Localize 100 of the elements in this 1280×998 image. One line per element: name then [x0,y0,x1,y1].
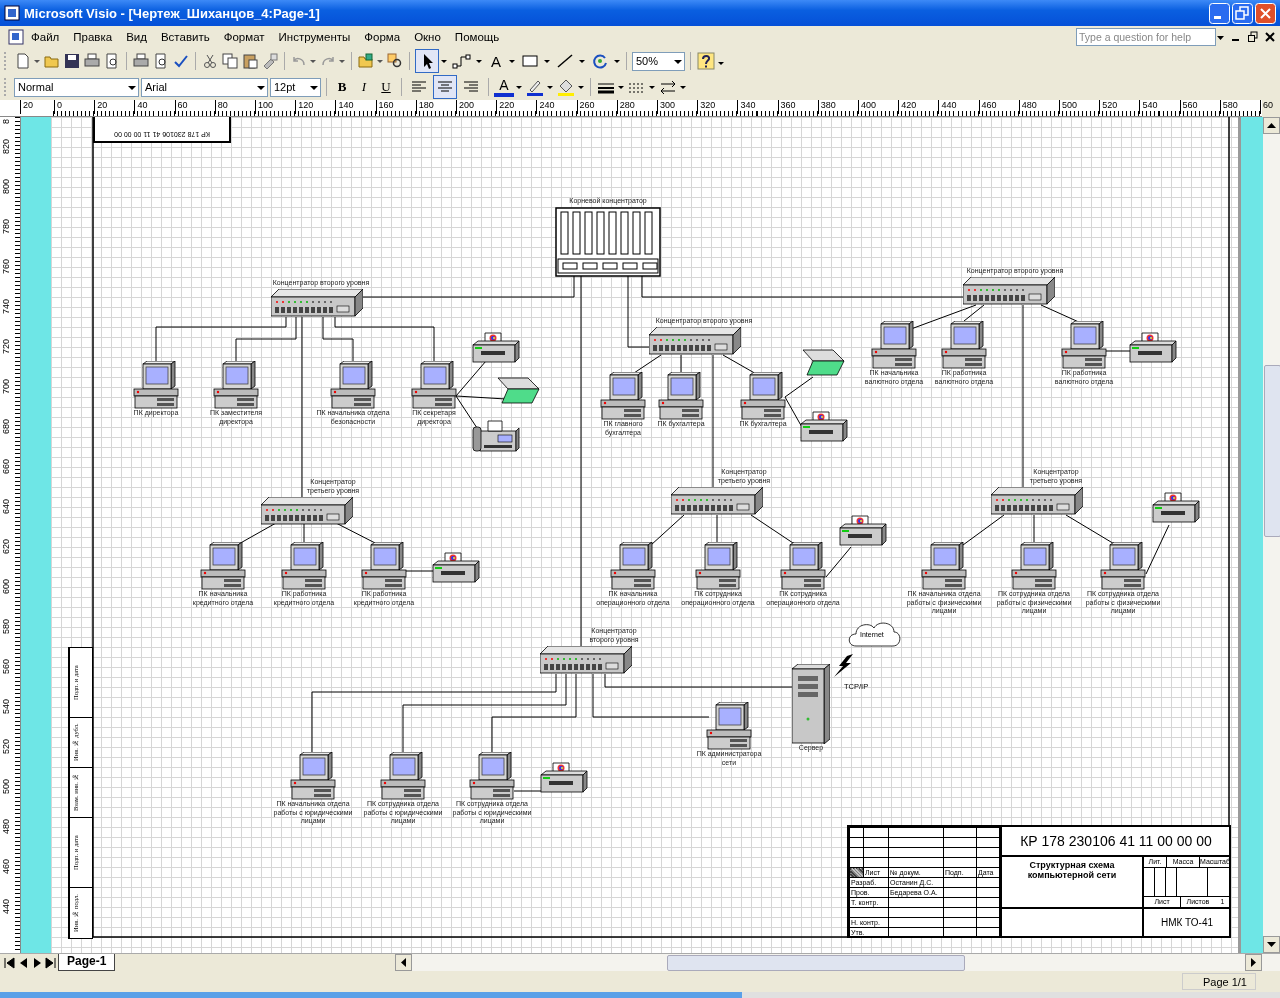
ruler-label: 80 [214,100,228,114]
ruler-label: 800 [1,179,11,195]
text-tool-button[interactable]: A [485,50,507,72]
computer-icon [695,542,741,590]
fax-machine-icon [472,419,520,453]
connector-line [1105,350,1132,352]
close-icon[interactable] [1264,31,1276,43]
format-painter-icon[interactable] [261,52,279,70]
computer-icon [600,372,646,420]
style-field[interactable]: Normal [14,77,139,97]
printer-icon [1128,332,1178,364]
scroll-right-icon[interactable] [1245,954,1262,971]
connector-line [825,546,852,578]
printer-icon[interactable] [132,52,150,70]
copy-icon[interactable] [221,52,239,70]
paste-icon[interactable] [241,52,259,70]
computer-icon [133,361,179,409]
ruler-label: 620 [1,539,11,555]
ruler-label: 60 [174,100,188,114]
menu-item[interactable]: Вставить [153,31,217,43]
ruler-label: 580 [1,619,11,635]
menu-item[interactable]: Окно [407,31,448,43]
save-icon[interactable] [63,52,81,70]
ruler-label: 500 [1059,100,1078,114]
align-center-icon[interactable] [433,75,457,99]
computer-icon [1100,542,1146,590]
menu-item[interactable]: Правка [66,31,120,43]
help-search-field[interactable]: Type a question for help [1076,28,1216,46]
menu-item[interactable]: Формат [216,31,272,43]
computer-icon [330,361,376,409]
ruler-label: 60 [1260,100,1273,114]
ruler-label: 460 [1,859,11,875]
scroll-thumb[interactable] [667,954,966,971]
network-hub-icon [649,327,741,355]
vertical-scrollbar[interactable] [1263,117,1280,953]
pointer-tool-icon[interactable] [415,49,439,73]
ruler-label: 320 [697,100,716,114]
italic-button[interactable]: I [354,77,374,97]
computer-icon [921,542,967,590]
window-title: Microsoft Visio - [Чертеж_Шиханцов_4:Page-1] [24,5,320,21]
cut-icon[interactable] [201,52,219,70]
scroll-thumb[interactable] [1264,365,1280,537]
menu-item[interactable]: Помощь [447,31,507,43]
restore-icon[interactable] [1247,31,1259,43]
ruler-label: 700 [1,379,11,395]
find-shape-icon[interactable] [386,52,404,70]
ruler-label: 340 [737,100,756,114]
menu-item[interactable]: Инструменты [271,31,358,43]
ruler-label: 480 [1,819,11,835]
ruler-label: 560 [1179,100,1198,114]
ruler-label: 120 [295,100,314,114]
ruler-label: 520 [1,739,11,755]
network-hub-icon [271,289,363,317]
bold-button[interactable]: B [332,77,352,97]
scroll-down-icon[interactable] [1263,936,1280,953]
ruler-label: 760 [1,259,11,275]
connector-line [680,354,682,373]
ruler-label: 520 [1099,100,1118,114]
print-icon[interactable] [83,52,101,70]
last-page-icon[interactable] [44,954,58,971]
ruler-label: 140 [335,100,354,114]
drawing-title: Структурная схема компьютерной сети [1027,860,1117,880]
shapes-icon[interactable] [357,52,375,70]
menu-item[interactable]: Вид [119,31,154,43]
ruler-label: 20 [94,100,108,114]
cloud-icon [846,619,902,649]
zoom-field[interactable]: 50% [632,51,685,71]
printer-icon [471,332,521,364]
ruler-label: 820 [1,139,11,155]
ruler-label: 460 [978,100,997,114]
computer-icon [380,752,426,800]
underline-button[interactable]: U [376,77,396,97]
computer-icon [200,542,246,590]
printer-icon [431,552,481,584]
page-tab[interactable]: Page-1 [58,954,116,971]
horizontal-scrollbar[interactable] [395,954,1280,971]
help-icon[interactable] [696,51,716,71]
ruler-label: 780 [1,219,11,235]
connector-line [1145,524,1170,575]
ruler-label: 400 [858,100,877,114]
font-field[interactable]: Arial [141,77,268,97]
network-hub-icon [555,207,661,277]
font-size-field[interactable]: 12pt [270,77,321,97]
menu-item[interactable]: Форма [357,31,408,43]
document-icon[interactable] [8,29,24,45]
fill-color-icon[interactable] [556,77,576,97]
ruler-label: 480 [1018,100,1037,114]
ruler-label: 300 [657,100,676,114]
new-document-icon[interactable] [14,52,32,70]
ruler-label: 200 [456,100,475,114]
scroll-left-icon[interactable] [395,954,413,971]
first-page-icon[interactable] [2,954,16,971]
ruler-label: 180 [415,100,434,114]
menu-item[interactable]: Файл [24,31,67,43]
ruler-label: 260 [576,100,595,114]
ruler-label: 280 [616,100,635,114]
ruler-label: 220 [496,100,515,114]
ruler-label: 660 [1,459,11,475]
scroll-up-icon[interactable] [1263,117,1280,134]
printer-icon [838,515,888,547]
